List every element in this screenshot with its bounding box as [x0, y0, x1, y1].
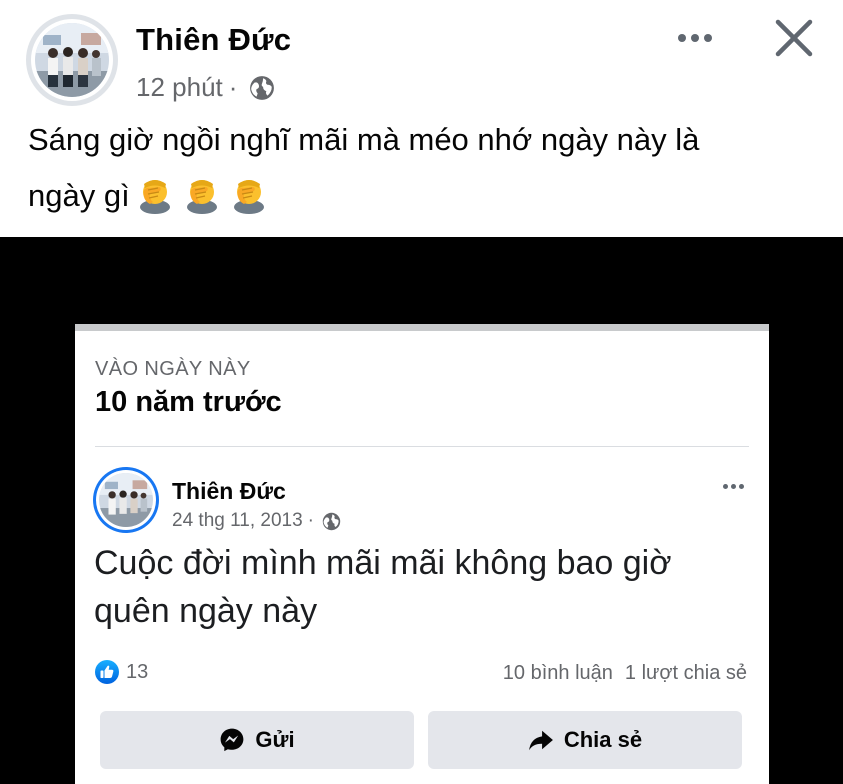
- send-label: Gửi: [255, 727, 295, 752]
- engagement-counts: 10 bình luận 1 lượt chia sẻ: [503, 662, 747, 685]
- globe-icon: [322, 512, 341, 530]
- post-text: Sáng giờ ngồi nghĩ mãi mà méo nhớ ngày n…: [28, 112, 808, 224]
- memory-text-line-2: quên ngày này: [94, 592, 318, 630]
- memory-more-icon: [718, 476, 748, 496]
- post-text-fragment: ngày gì: [28, 178, 130, 213]
- meta-separator: ·: [228, 72, 238, 102]
- post-text-line-2: ngày gì: [28, 168, 808, 224]
- like-icon: [95, 660, 119, 684]
- messenger-icon: [221, 728, 244, 752]
- author-name[interactable]: Thiên Đức: [136, 22, 291, 58]
- avatar-photo: [35, 23, 109, 97]
- memory-post-date: 24 thg 11, 2013: [172, 510, 303, 531]
- memory-post-text: Cuộc đời mình mãi mãi không bao giờ quên…: [94, 539, 744, 635]
- memory-card: VÀO NGÀY NÀY 10 năm trước Thiên Đức 24 t…: [75, 324, 769, 784]
- memory-author-name: Thiên Đức: [172, 478, 286, 504]
- memory-post-meta: 24 thg 11, 2013 ·: [172, 510, 341, 532]
- post-time[interactable]: 12 phút: [136, 72, 223, 103]
- more-dot: [730, 483, 736, 489]
- avatar-ring: [96, 470, 156, 530]
- send-button: Gửi: [100, 711, 414, 769]
- face-palm-emoji: [233, 180, 264, 214]
- avatar-ring: [31, 19, 113, 101]
- close-button[interactable]: [770, 12, 818, 64]
- more-dot: [691, 34, 699, 42]
- meta-separator: ·: [307, 510, 314, 531]
- emoji-group: [138, 178, 269, 214]
- more-options-button[interactable]: [672, 22, 718, 54]
- memory-author-avatar: [93, 467, 159, 533]
- share-count: 1 lượt chia sẻ: [624, 662, 747, 684]
- share-arrow-icon: [528, 730, 553, 751]
- comment-count: 10 bình luận: [502, 662, 613, 684]
- reaction-count: 13: [126, 660, 149, 683]
- post-photo[interactable]: VÀO NGÀY NÀY 10 năm trước Thiên Đức 24 t…: [0, 237, 843, 784]
- face-palm-emoji: [186, 180, 217, 214]
- memory-label: VÀO NGÀY NÀY: [95, 358, 251, 380]
- share-button: Chia sẻ: [428, 711, 742, 769]
- memory-divider: [95, 446, 749, 447]
- more-dot: [678, 34, 686, 42]
- avatar-photo: [99, 473, 153, 527]
- more-dot: [704, 34, 712, 42]
- post-text-line: Sáng giờ ngồi nghĩ mãi mà méo nhớ ngày n…: [28, 122, 700, 157]
- face-palm-emoji: [140, 180, 171, 214]
- more-dot: [738, 483, 744, 489]
- reaction-summary: 13: [95, 660, 148, 684]
- memory-text-line: Cuộc đời mình mãi mãi không bao giờ: [94, 544, 672, 582]
- more-dot: [722, 483, 728, 489]
- author-avatar[interactable]: [26, 14, 118, 106]
- globe-icon: [250, 75, 275, 100]
- post-meta: 12 phút ·: [136, 72, 275, 103]
- memory-title: 10 năm trước: [95, 386, 282, 418]
- close-icon: [775, 19, 813, 57]
- share-label: Chia sẻ: [563, 727, 643, 752]
